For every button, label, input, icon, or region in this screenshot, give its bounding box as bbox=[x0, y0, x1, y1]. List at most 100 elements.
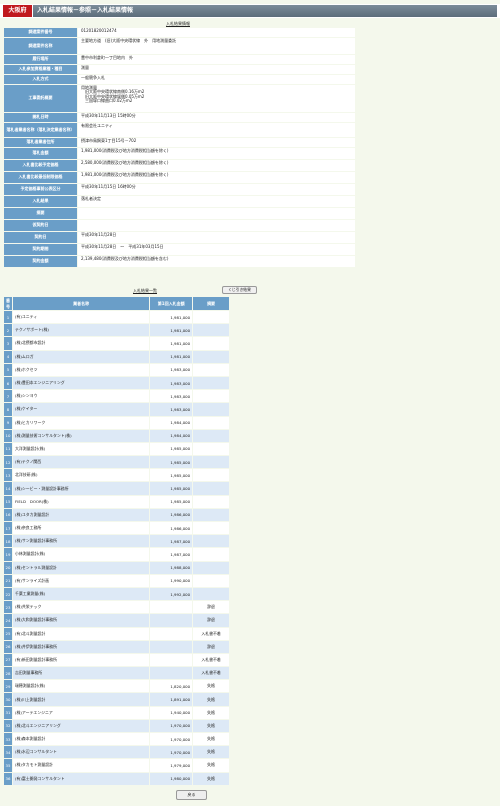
detail-value bbox=[78, 208, 355, 219]
bid-note bbox=[193, 548, 229, 561]
bid-note: 辞退 bbox=[193, 640, 229, 653]
detail-table: 調達案件番号 01201820012474 調達案件名称 主要地方道 (旧)大阪中央環… bbox=[3, 27, 356, 268]
detail-row: 入札書比較予定価格 2,580,000(消費税及び地方消費税相当額を除く) bbox=[4, 160, 355, 171]
detail-value: 1,981,000(消費税及び地方消費税相当額を除く) bbox=[78, 148, 355, 159]
bid-note bbox=[193, 350, 229, 363]
bid-amount bbox=[150, 667, 193, 680]
row-number: 2 bbox=[4, 324, 12, 337]
bid-amount: 1,981,000 bbox=[150, 337, 193, 350]
table-row: 1 (有)ユニティ 1,981,000 bbox=[4, 311, 229, 324]
detail-value: 1,981,000(消費税及び地方消費税相当額を除く) bbox=[78, 172, 355, 183]
bid-note: 失格 bbox=[193, 719, 229, 732]
detail-label: 契約金額 bbox=[4, 256, 77, 267]
bidder-name: テクノサポート(株) bbox=[12, 324, 150, 337]
row-number: 14 bbox=[4, 482, 12, 495]
bidder-name: 北洋技研(株) bbox=[12, 469, 150, 482]
table-row: 29 瑞穂測量設計(株) 1,820,000 失格 bbox=[4, 680, 229, 693]
bid-amount: 1,986,000 bbox=[150, 508, 193, 521]
bidder-name: (株)測量技術コンサルタント(株) bbox=[12, 429, 150, 442]
row-number: 10 bbox=[4, 429, 12, 442]
detail-value: 用地測量 旧大阪中央環状線南側0.16万m2 旧大阪中央環状線塚側0.05万m2… bbox=[78, 85, 355, 112]
row-number: 21 bbox=[4, 574, 12, 587]
table-row: 19 小林測量設計(株) 1,987,000 bbox=[4, 548, 229, 561]
detail-label: 工事委託概要 bbox=[4, 85, 77, 112]
bid-amount: 1,940,000 bbox=[150, 706, 193, 719]
detail-value: 落札者決定 bbox=[78, 196, 355, 207]
row-number: 9 bbox=[4, 416, 12, 429]
col-header-note: 摘要 bbox=[193, 297, 229, 310]
row-number: 11 bbox=[4, 442, 12, 456]
row-number: 8 bbox=[4, 403, 12, 416]
table-row: 25 (有)北斗測量設計 入札書不着 bbox=[4, 627, 229, 640]
detail-label: 入札方式 bbox=[4, 75, 77, 84]
table-row: 5 (株)ホクセツ 1,983,000 bbox=[4, 363, 229, 376]
table-row: 35 (株)タカモト測量設計 1,979,000 失格 bbox=[4, 759, 229, 772]
detail-label: 契約日 bbox=[4, 232, 77, 243]
bidder-name: (株)ムロガ bbox=[12, 350, 150, 363]
breadcrumb: 入札結果情報－参照－入札結果情報 bbox=[33, 5, 497, 17]
bidder-name: (有)テクノ関西 bbox=[12, 456, 150, 469]
table-row: 21 (有)サンライズ計画 1,990,000 bbox=[4, 574, 229, 587]
row-number: 3 bbox=[4, 337, 12, 350]
table-row: 4 (株)ムロガ 1,981,000 bbox=[4, 350, 229, 363]
bid-note bbox=[193, 522, 229, 535]
bid-amount bbox=[150, 627, 193, 640]
detail-row: 落札者業者住所 摂津市鳥飼東1丁目15号－702 bbox=[4, 138, 355, 147]
detail-value: 摂津市鳥飼東1丁目15号－702 bbox=[78, 138, 355, 147]
detail-value: 平成30年11月28日 ～ 平成31年03月15日 bbox=[78, 244, 355, 255]
bid-note bbox=[193, 311, 229, 324]
bidder-name: (有)新田測量設計事務所 bbox=[12, 653, 150, 667]
detail-row: 入札方式 一般競争入札 bbox=[4, 75, 355, 84]
row-number: 33 bbox=[4, 733, 12, 746]
table-row: 34 (株)水辺コンサルタント 1,970,000 失格 bbox=[4, 746, 229, 759]
detail-label: 履行場所 bbox=[4, 55, 77, 64]
bid-amount: 1,981,000 bbox=[150, 350, 193, 363]
bid-note: 失格 bbox=[193, 772, 229, 785]
bidder-name: (株)水辺コンサルタント bbox=[12, 746, 150, 759]
detail-value: 01201820012474 bbox=[78, 28, 355, 37]
detail-value: 平成30年11月13日 15時00分 bbox=[78, 113, 355, 122]
bid-note bbox=[193, 535, 229, 548]
row-number: 26 bbox=[4, 640, 12, 653]
bidder-name: (株)サン測量設計事務所 bbox=[12, 535, 150, 548]
bid-note: 入札書不着 bbox=[193, 667, 229, 680]
col-header-amount: 第1回入札金額 bbox=[150, 297, 193, 310]
lottery-result-button[interactable]: くじ引き結果 bbox=[222, 286, 257, 294]
table-row: 7 (株)シンヨウ 1,983,000 bbox=[4, 390, 229, 403]
bidder-name: FIELD DOOR(株) bbox=[12, 495, 150, 508]
detail-label: 落札金額 bbox=[4, 148, 77, 159]
bidder-name: (有)北斗測量設計 bbox=[12, 627, 150, 640]
bid-note bbox=[193, 469, 229, 482]
table-row: 30 (株)川上測量設計 1,891,000 失格 bbox=[4, 693, 229, 706]
detail-row: 調達案件名称 主要地方道 (旧)大阪中央環状線 外 用地測量委託 bbox=[4, 38, 355, 54]
osaka-logo: 大阪府 bbox=[3, 5, 32, 17]
row-number: 6 bbox=[4, 376, 12, 390]
table-row: 22 千葉工業測量(株) 1,992,000 bbox=[4, 587, 229, 601]
row-number: 5 bbox=[4, 363, 12, 376]
detail-value: 2,580,000(消費税及び地方消費税相当額を除く) bbox=[78, 160, 355, 171]
detail-value: 2,139,480(消費税及び地方消費税相当額を含む) bbox=[78, 256, 355, 267]
bid-amount: 1,984,000 bbox=[150, 429, 193, 442]
table-row: 33 (株)森本測量設計 1,970,000 失格 bbox=[4, 733, 229, 746]
bid-list-table: 番号 業者名称 第1回入札金額 摘要 1 (有)ユニティ 1,981,000 2 テクノ… bbox=[3, 296, 230, 786]
bid-amount: 1,983,000 bbox=[150, 376, 193, 390]
row-number: 18 bbox=[4, 535, 12, 548]
bid-amount: 1,985,000 bbox=[150, 482, 193, 495]
col-header-name: 業者名称 bbox=[12, 297, 150, 310]
bid-amount: 1,985,000 bbox=[150, 495, 193, 508]
row-number: 7 bbox=[4, 390, 12, 403]
row-number: 16 bbox=[4, 508, 12, 521]
bid-amount: 1,983,000 bbox=[150, 363, 193, 376]
bid-amount: 1,985,000 bbox=[150, 469, 193, 482]
bid-amount bbox=[150, 640, 193, 653]
bidder-name: 大洋測量設計(株) bbox=[12, 442, 150, 456]
bid-note bbox=[193, 363, 229, 376]
bid-note bbox=[193, 587, 229, 601]
back-button[interactable]: 戻る bbox=[176, 790, 207, 800]
row-number: 30 bbox=[4, 693, 12, 706]
detail-label: 入札書比較最低制限価格 bbox=[4, 172, 77, 183]
table-row: 13 北洋技研(株) 1,985,000 bbox=[4, 469, 229, 482]
bid-note: 失格 bbox=[193, 680, 229, 693]
detail-label: 落札者業者名称（落札決定業者名称） bbox=[4, 123, 77, 137]
bid-note: 失格 bbox=[193, 733, 229, 746]
